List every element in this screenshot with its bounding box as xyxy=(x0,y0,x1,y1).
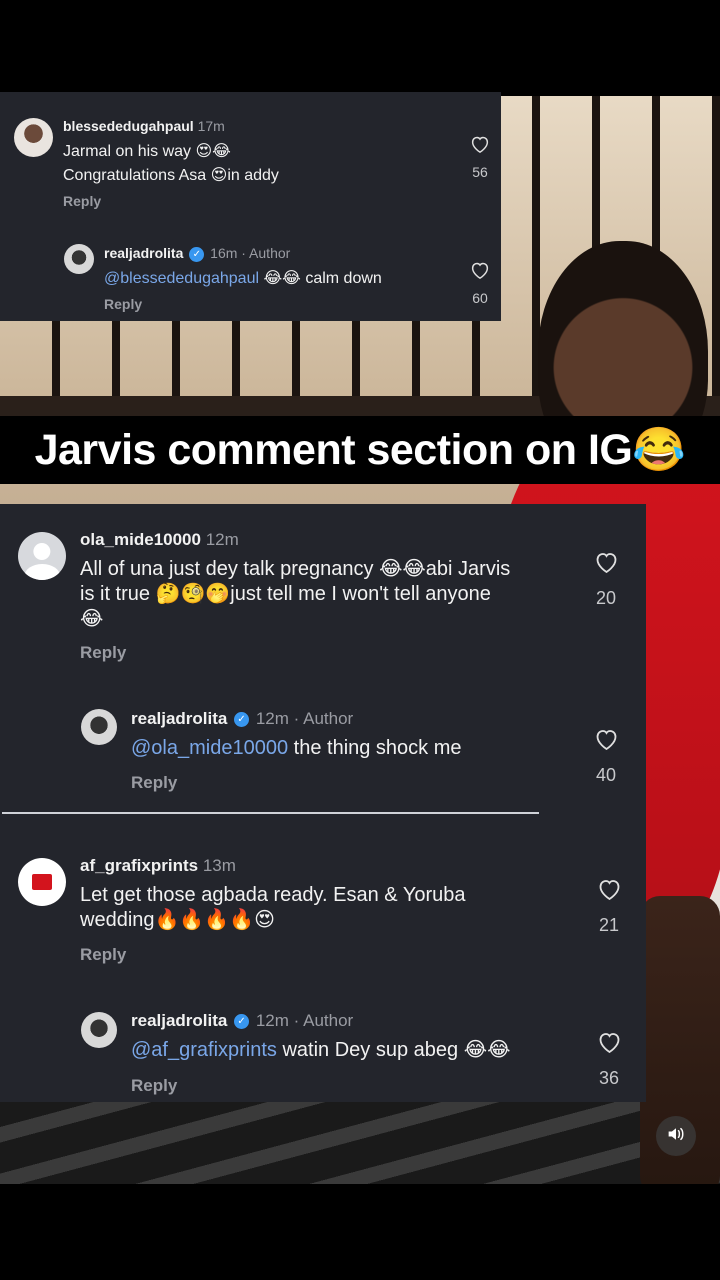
comment-username[interactable]: blessededugahpaul xyxy=(63,118,194,134)
reply-text-body: 😂😂 calm down xyxy=(259,270,382,287)
reply-time: 12m xyxy=(255,1011,289,1030)
like-count: 36 xyxy=(598,1068,620,1088)
comment-text-line: Let get those agbada ready. Esan & Yorub… xyxy=(80,884,466,906)
avatar[interactable] xyxy=(81,709,117,745)
reply-text: @ola_mide10000 the thing shock me xyxy=(131,736,462,761)
heart-icon[interactable] xyxy=(594,728,619,750)
reply-time: 12m xyxy=(255,709,289,728)
avatar[interactable] xyxy=(18,858,66,906)
like-count: 20 xyxy=(595,588,617,608)
comment-header: blessededugahpaul 17m xyxy=(63,118,225,134)
like-count: 60 xyxy=(472,290,488,306)
verified-badge-icon: ✓ xyxy=(234,1014,250,1030)
comment-text-line: is it true 🤔🧐🤭just tell me I won't tell … xyxy=(80,583,491,605)
brand-logo-icon xyxy=(32,874,52,890)
comment-text-line: Congratulations Asa 😍in addy xyxy=(63,167,279,184)
comment-text-line: Jarmal on his way 😍😂 xyxy=(63,143,231,160)
bottom-comment-panel: ola_mide10000 12m All of una just dey ta… xyxy=(0,504,646,1102)
comment-text-line: wedding🔥🔥🔥🔥😍 xyxy=(80,909,275,931)
comment-time: 13m xyxy=(202,856,236,875)
reply-username[interactable]: realjadrolita xyxy=(131,709,227,728)
divider xyxy=(2,812,539,814)
reply-username[interactable]: realjadrolita xyxy=(131,1011,227,1030)
comment-username[interactable]: af_grafixprints xyxy=(80,856,198,875)
heart-icon[interactable] xyxy=(597,878,622,900)
caption-text: Jarvis comment section on IG😂 xyxy=(34,426,686,474)
reply-button[interactable]: Reply xyxy=(104,296,142,312)
heart-icon[interactable] xyxy=(470,261,490,279)
author-tag: · Author xyxy=(293,1011,354,1030)
heart-icon[interactable] xyxy=(594,551,619,573)
video-caption: Jarvis comment section on IG😂 xyxy=(0,416,720,484)
heart-icon[interactable] xyxy=(597,1031,622,1053)
comment-time: 17m xyxy=(197,118,225,134)
like-count: 21 xyxy=(598,915,620,935)
avatar[interactable] xyxy=(81,1012,117,1048)
reply-button[interactable]: Reply xyxy=(80,643,126,663)
heart-icon[interactable] xyxy=(470,135,490,153)
reply-text-body: the thing shock me xyxy=(288,737,462,759)
comment-text: Jarmal on his way 😍😂 Congratulations Asa… xyxy=(63,140,279,188)
comment-text-line: 😂 xyxy=(80,608,104,630)
comment-header: af_grafixprints 13m xyxy=(80,856,236,876)
verified-badge-icon: ✓ xyxy=(189,246,205,262)
reply-text-body: watin Dey sup abeg 😂😂 xyxy=(276,1039,511,1061)
sound-toggle-button[interactable] xyxy=(656,1116,696,1156)
top-comment-panel: blessededugahpaul 17m Jarmal on his way … xyxy=(0,92,501,321)
reply-button[interactable]: Reply xyxy=(131,1076,177,1096)
author-tag: · Author xyxy=(241,245,291,261)
mention-link[interactable]: @blessededugahpaul xyxy=(104,270,259,287)
mention-link[interactable]: @af_grafixprints xyxy=(131,1039,277,1061)
comment-username[interactable]: ola_mide10000 xyxy=(80,530,201,549)
comment-text: Let get those agbada ready. Esan & Yorub… xyxy=(80,883,580,933)
background-stairs xyxy=(0,1096,720,1184)
reply-button[interactable]: Reply xyxy=(63,193,101,209)
avatar[interactable] xyxy=(14,118,53,157)
comment-header: ola_mide10000 12m xyxy=(80,530,239,550)
reply-header: realjadrolita ✓ 12m · Author xyxy=(131,1011,353,1031)
reply-button[interactable]: Reply xyxy=(80,945,126,965)
reply-time: 16m xyxy=(210,245,238,261)
like-count: 56 xyxy=(472,164,488,180)
comment-time: 12m xyxy=(205,530,239,549)
reply-header: realjadrolita ✓ 12m · Author xyxy=(131,709,353,729)
speaker-icon xyxy=(666,1125,686,1148)
reply-text: @af_grafixprints watin Dey sup abeg 😂😂 xyxy=(131,1038,510,1063)
verified-badge-icon: ✓ xyxy=(234,712,250,728)
reply-text: @blessededugahpaul 😂😂 calm down xyxy=(104,267,382,291)
reply-header: realjadrolita ✓ 16m · Author xyxy=(104,245,290,262)
mention-link[interactable]: @ola_mide10000 xyxy=(131,737,288,759)
avatar[interactable] xyxy=(64,244,94,274)
author-tag: · Author xyxy=(293,709,354,728)
reply-button[interactable]: Reply xyxy=(131,773,177,793)
like-count: 40 xyxy=(595,765,617,785)
comment-text-line: All of una just dey talk pregnancy 😂😂abi… xyxy=(80,558,511,580)
avatar[interactable] xyxy=(18,532,66,580)
reply-username[interactable]: realjadrolita xyxy=(104,245,183,261)
comment-text: All of una just dey talk pregnancy 😂😂abi… xyxy=(80,557,580,632)
